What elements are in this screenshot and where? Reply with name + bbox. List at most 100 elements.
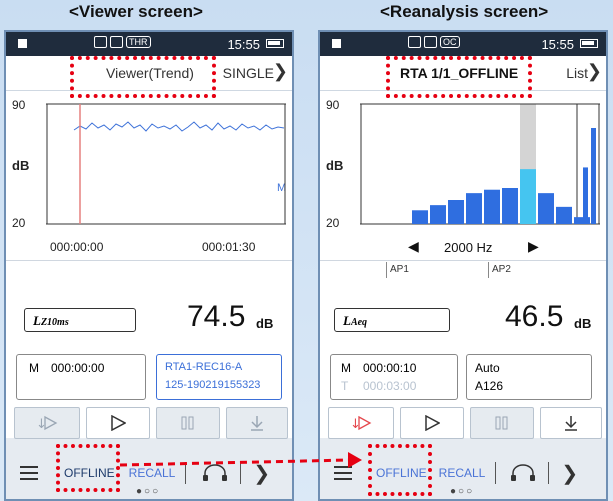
card-icon	[408, 36, 421, 48]
y-unit: dB	[326, 158, 344, 173]
spectrum-chart	[360, 103, 600, 225]
y-unit: dB	[12, 158, 30, 173]
measure-value: 74.5	[187, 300, 246, 333]
tab-offline[interactable]: OFFLINE	[376, 466, 427, 480]
tab-separator	[495, 462, 497, 484]
measure-label-main: L	[33, 313, 41, 328]
next-tab-icon[interactable]: ❯	[253, 461, 270, 486]
freq-value: 2000 Hz	[444, 240, 493, 255]
play-button[interactable]	[86, 407, 150, 439]
status-square-icon	[332, 39, 341, 48]
total-time: 000:03:00	[363, 379, 417, 393]
measure-label[interactable]: LAeq	[334, 308, 450, 332]
screen-title: Viewer(Trend)	[106, 65, 194, 81]
spectrum-bar	[556, 206, 572, 224]
play-icon	[111, 415, 126, 431]
overall-bar	[591, 128, 596, 224]
tab-offline[interactable]: OFFLINE	[64, 466, 115, 480]
headphones-icon[interactable]	[508, 463, 538, 483]
spectrum-bar	[502, 188, 518, 224]
marker-tag: M	[341, 361, 351, 375]
headphones-icon[interactable]	[200, 463, 230, 483]
battery-icon	[580, 39, 598, 48]
divider	[6, 260, 292, 261]
file-name-box[interactable]: RTA1-REC16-A 125-190219155323	[156, 354, 282, 400]
screen-header: RTA 1/1_OFFLINE List ❯	[320, 56, 606, 91]
ap2-tick	[488, 262, 489, 278]
play-marker-icon: ↓	[350, 415, 372, 431]
clock: 15:55	[227, 37, 260, 52]
file-value: A126	[475, 379, 504, 393]
status-square-icon	[18, 39, 27, 48]
printer-icon	[424, 36, 437, 48]
viewer-screen: THR 15:55 Viewer(Trend) SINGLE ❯ 90 dB 2…	[4, 30, 294, 501]
viewer-caption: <Viewer screen>	[69, 2, 203, 21]
status-icons: OC	[408, 36, 460, 48]
save-button[interactable]	[226, 407, 288, 439]
trend-chart	[46, 103, 286, 225]
y-tick-top: 90	[326, 98, 340, 112]
measure-label-sub: Aeq	[350, 317, 368, 328]
battery-icon	[266, 39, 284, 48]
menu-icon[interactable]	[332, 464, 354, 482]
pause-icon	[495, 416, 508, 430]
spectrum-bar	[448, 200, 464, 224]
measure-unit: dB	[256, 316, 274, 331]
measure-value: 46.5	[505, 300, 564, 333]
mode-box[interactable]: Auto A126	[466, 354, 592, 400]
list-button[interactable]: List	[566, 65, 588, 81]
file-line2: 125-190219155323	[165, 379, 261, 391]
overall-bar	[583, 167, 588, 224]
y-tick-bottom: 20	[12, 216, 26, 230]
marker-time-box[interactable]: M 000:00:10 T 000:03:00	[330, 354, 458, 400]
status-badge: OC	[440, 36, 460, 48]
menu-icon[interactable]	[18, 464, 40, 482]
tab-separator	[185, 462, 187, 484]
pause-icon	[181, 416, 194, 430]
download-icon	[565, 416, 577, 431]
tab-separator-2	[548, 462, 550, 484]
tab-recall[interactable]: RECALL	[129, 466, 176, 480]
trend-line	[73, 121, 285, 132]
screen-header: Viewer(Trend) SINGLE ❯	[6, 56, 292, 91]
mode-selector[interactable]: SINGLE	[223, 65, 274, 81]
spectrum-bar	[430, 205, 446, 224]
y-tick-bottom: 20	[326, 216, 340, 230]
chevron-right-icon[interactable]: ❯	[587, 61, 602, 82]
tab-bar: OFFLINE RECALL ❯	[6, 456, 292, 490]
pause-button[interactable]	[470, 407, 534, 439]
chevron-right-icon[interactable]: ❯	[273, 61, 288, 82]
freq-next-icon[interactable]: ▶	[528, 238, 539, 255]
marker-time: 000:00:10	[363, 361, 417, 375]
spectrum-bar	[466, 193, 482, 224]
save-button[interactable]	[540, 407, 602, 439]
freq-prev-icon[interactable]: ◀	[408, 238, 419, 255]
pause-button[interactable]	[156, 407, 220, 439]
spectrum-bar	[520, 169, 536, 224]
tab-bar: OFFLINE RECALL ❯	[320, 456, 606, 490]
mode-value: Auto	[475, 361, 500, 375]
next-tab-icon[interactable]: ❯	[561, 461, 578, 486]
status-bar: THR 15:55	[6, 32, 292, 56]
spectrum-plot: 90 dB 20	[320, 92, 606, 232]
play-button[interactable]	[400, 407, 464, 439]
y-tick-top: 90	[12, 98, 26, 112]
x-tick-start: 000:00:00	[50, 240, 104, 254]
status-badge: THR	[126, 36, 151, 48]
page-indicator: ●○○	[450, 486, 475, 497]
spectrum-bar	[412, 210, 428, 224]
play-from-marker-button[interactable]: ↓	[328, 407, 394, 439]
measure-label[interactable]: LZ10ms	[24, 308, 136, 332]
trend-plot: 90 dB 20 M	[6, 92, 292, 232]
marker-time-box[interactable]: M 000:00:00	[16, 354, 146, 400]
tab-recall[interactable]: RECALL	[439, 466, 486, 480]
total-tag: T	[341, 379, 349, 393]
play-marker-icon: ↓	[36, 415, 58, 431]
reanalysis-caption: <Reanalysis screen>	[380, 2, 549, 21]
page-indicator: ●○○	[136, 486, 161, 497]
clock: 15:55	[541, 37, 574, 52]
ap1-label: AP1	[390, 264, 409, 275]
play-from-marker-button[interactable]: ↓	[14, 407, 80, 439]
marker-tag: M	[29, 361, 39, 375]
reanalysis-screen: OC 15:55 RTA 1/1_OFFLINE List ❯ 90 dB 20…	[318, 30, 608, 501]
